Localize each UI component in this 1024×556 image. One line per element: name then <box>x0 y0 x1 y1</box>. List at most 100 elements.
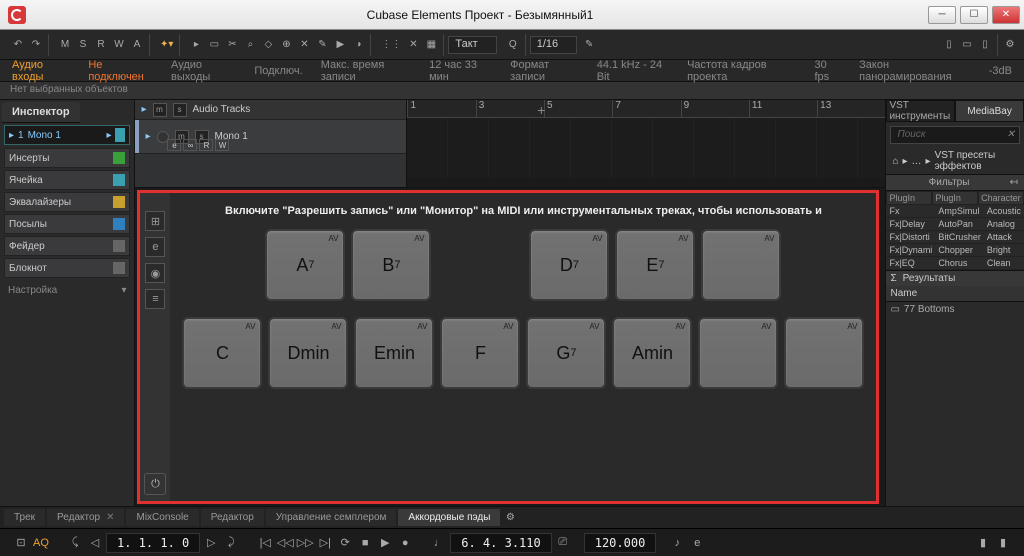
chord-globe-icon[interactable]: ◉ <box>145 263 165 283</box>
filter-item[interactable]: BitCrusher <box>935 231 984 244</box>
section-fader[interactable]: Фейдер <box>4 236 130 256</box>
locator-position[interactable]: 1. 1. 1. 0 <box>106 533 200 553</box>
filter-item[interactable]: Fx|Distorti <box>886 231 935 244</box>
folder-solo[interactable]: s <box>173 103 187 117</box>
automation-icon[interactable]: ✦▾ <box>158 37 175 53</box>
filter-item[interactable]: Attack <box>984 231 1024 244</box>
filter-item[interactable]: Fx <box>886 205 935 218</box>
chord-pad[interactable]: AVDmin <box>268 317 348 389</box>
tab-sampler[interactable]: Управление семплером <box>266 509 397 526</box>
chord-pad[interactable]: AVEmin <box>354 317 434 389</box>
tab-chord-pads[interactable]: Аккордовые пэды <box>398 509 500 526</box>
filter-item[interactable]: Fx|Delay <box>886 218 935 231</box>
click-icon[interactable]: ♪ <box>668 534 686 552</box>
section-strip[interactable]: Ячейка <box>4 170 130 190</box>
play-tool-icon[interactable]: ▶ <box>332 37 348 53</box>
track-color-chip[interactable] <box>115 128 125 142</box>
layout-3-icon[interactable]: ▯ <box>977 37 993 53</box>
quantize-settings-icon[interactable]: ✎ <box>581 37 597 53</box>
filter-col-plugin[interactable]: PlugIn Nam <box>932 191 978 205</box>
tab-vst-instruments[interactable]: VST инструменты <box>886 100 955 122</box>
folder-mute[interactable]: m <box>153 103 167 117</box>
undo-icon[interactable]: ↶ <box>10 37 26 53</box>
chord-pad[interactable]: AVC <box>182 317 262 389</box>
filter-col-character[interactable]: Character <box>978 191 1024 205</box>
inspector-settings[interactable]: Настройка▾ <box>0 279 134 302</box>
home-icon[interactable]: ⌂ <box>892 156 898 167</box>
results-name-column[interactable]: Name <box>886 286 1024 302</box>
section-sends[interactable]: Посылы <box>4 214 130 234</box>
inspector-tab[interactable]: Инспектор <box>2 102 80 123</box>
split-icon[interactable]: ✂ <box>224 37 240 53</box>
left-locator-icon[interactable]: ◁ <box>86 534 104 552</box>
chord-pad[interactable]: AV <box>701 229 781 301</box>
pointer-icon[interactable]: ▸ <box>188 37 204 53</box>
chord-power-button[interactable]: ⏻ <box>144 473 166 495</box>
mute-icon[interactable]: ✕ <box>296 37 312 53</box>
section-eq[interactable]: Эквалайзеры <box>4 192 130 212</box>
punch-out-icon[interactable]: ⤸ <box>222 534 240 552</box>
state-m[interactable]: M <box>57 37 73 53</box>
chord-pad[interactable]: AVB7 <box>351 229 431 301</box>
chord-pad[interactable]: AVG7 <box>526 317 606 389</box>
result-item[interactable]: ▭77 Bottoms <box>886 302 1024 317</box>
constrain-icon[interactable]: ⊡ <box>12 534 30 552</box>
chord-pad[interactable]: AVD7 <box>529 229 609 301</box>
write-btn[interactable]: W <box>215 139 229 151</box>
glue-icon[interactable]: ⌕ <box>242 37 258 53</box>
section-inserts[interactable]: Инсерты <box>4 148 130 168</box>
arrange-area[interactable]: 135791113 <box>407 100 885 187</box>
range-icon[interactable]: ▭ <box>206 37 222 53</box>
filter-item[interactable]: Acoustic <box>984 205 1024 218</box>
auto-quantize-icon[interactable]: AQ <box>32 534 50 552</box>
chevron-right-icon[interactable]: ▸ <box>106 130 111 141</box>
inspector-track-header[interactable]: ▸ 1 Mono 1 ▸ <box>4 125 130 145</box>
edit-btn[interactable]: e <box>167 139 181 151</box>
track-row[interactable]: ▸ m s Mono 1 e ∞ R W <box>135 120 406 154</box>
chord-pad[interactable]: AVF <box>440 317 520 389</box>
right-locator-icon[interactable]: ▷ <box>202 534 220 552</box>
filter-item[interactable]: Clean <box>984 257 1024 270</box>
tab-editor-2[interactable]: Редактор <box>201 509 264 526</box>
state-a[interactable]: A <box>129 37 145 53</box>
gear-icon[interactable]: ⚙ <box>502 510 518 526</box>
state-r[interactable]: R <box>93 37 109 53</box>
snap-icon[interactable]: ⋮⋮ <box>379 37 403 53</box>
grid-icon[interactable]: ▦ <box>423 37 439 53</box>
filter-item[interactable]: Fx|EQ <box>886 257 935 270</box>
tab-mediabay[interactable]: MediaBay <box>955 100 1024 122</box>
minimize-button[interactable]: ─ <box>928 6 956 24</box>
input-level-icon[interactable]: ▮ <box>974 534 992 552</box>
record-icon[interactable]: ● <box>396 534 414 552</box>
filter-item[interactable]: AmpSimul <box>935 205 984 218</box>
chord-voicing-icon[interactable]: ≡ <box>145 289 165 309</box>
chord-pad[interactable]: AV <box>784 317 864 389</box>
punch-in-icon[interactable]: ⤹ <box>66 534 84 552</box>
quantize-icon[interactable]: Q <box>505 37 521 53</box>
goto-start-icon[interactable]: |◁ <box>256 534 274 552</box>
close-icon[interactable]: ✕ <box>106 512 114 523</box>
mediabay-breadcrumb[interactable]: ⌂▸…▸ VST пресеты эффектов <box>886 148 1024 174</box>
play-icon[interactable]: ▶ <box>376 534 394 552</box>
state-w[interactable]: W <box>111 37 127 53</box>
setup-icon[interactable]: ⚙ <box>1002 37 1018 53</box>
chord-pad[interactable]: AVE7 <box>615 229 695 301</box>
search-input[interactable]: Поиск <box>890 126 1020 144</box>
filter-item[interactable]: Chopper <box>935 244 984 257</box>
zoom-icon[interactable]: ⊕ <box>278 37 294 53</box>
forward-icon[interactable]: ▷▷ <box>296 534 314 552</box>
chord-settings-icon[interactable]: ⊞ <box>145 211 165 231</box>
metronome-mark-icon[interactable]: ♩ <box>430 534 448 552</box>
layout-1-icon[interactable]: ▯ <box>941 37 957 53</box>
tab-editor-1[interactable]: Редактор✕ <box>47 509 124 526</box>
draw-icon[interactable]: ✎ <box>314 37 330 53</box>
color-icon[interactable]: ◑ <box>350 37 366 53</box>
maximize-button[interactable]: ☐ <box>960 6 988 24</box>
rewind-icon[interactable]: ◁◁ <box>276 534 294 552</box>
chord-pad[interactable]: AVAmin <box>612 317 692 389</box>
grid-type-select[interactable]: Такт <box>448 36 496 54</box>
time-format-icon[interactable]: ⎚ <box>554 534 572 552</box>
freeze-btn[interactable]: ∞ <box>183 139 197 151</box>
chord-pad[interactable]: AV <box>698 317 778 389</box>
read-btn[interactable]: R <box>199 139 213 151</box>
